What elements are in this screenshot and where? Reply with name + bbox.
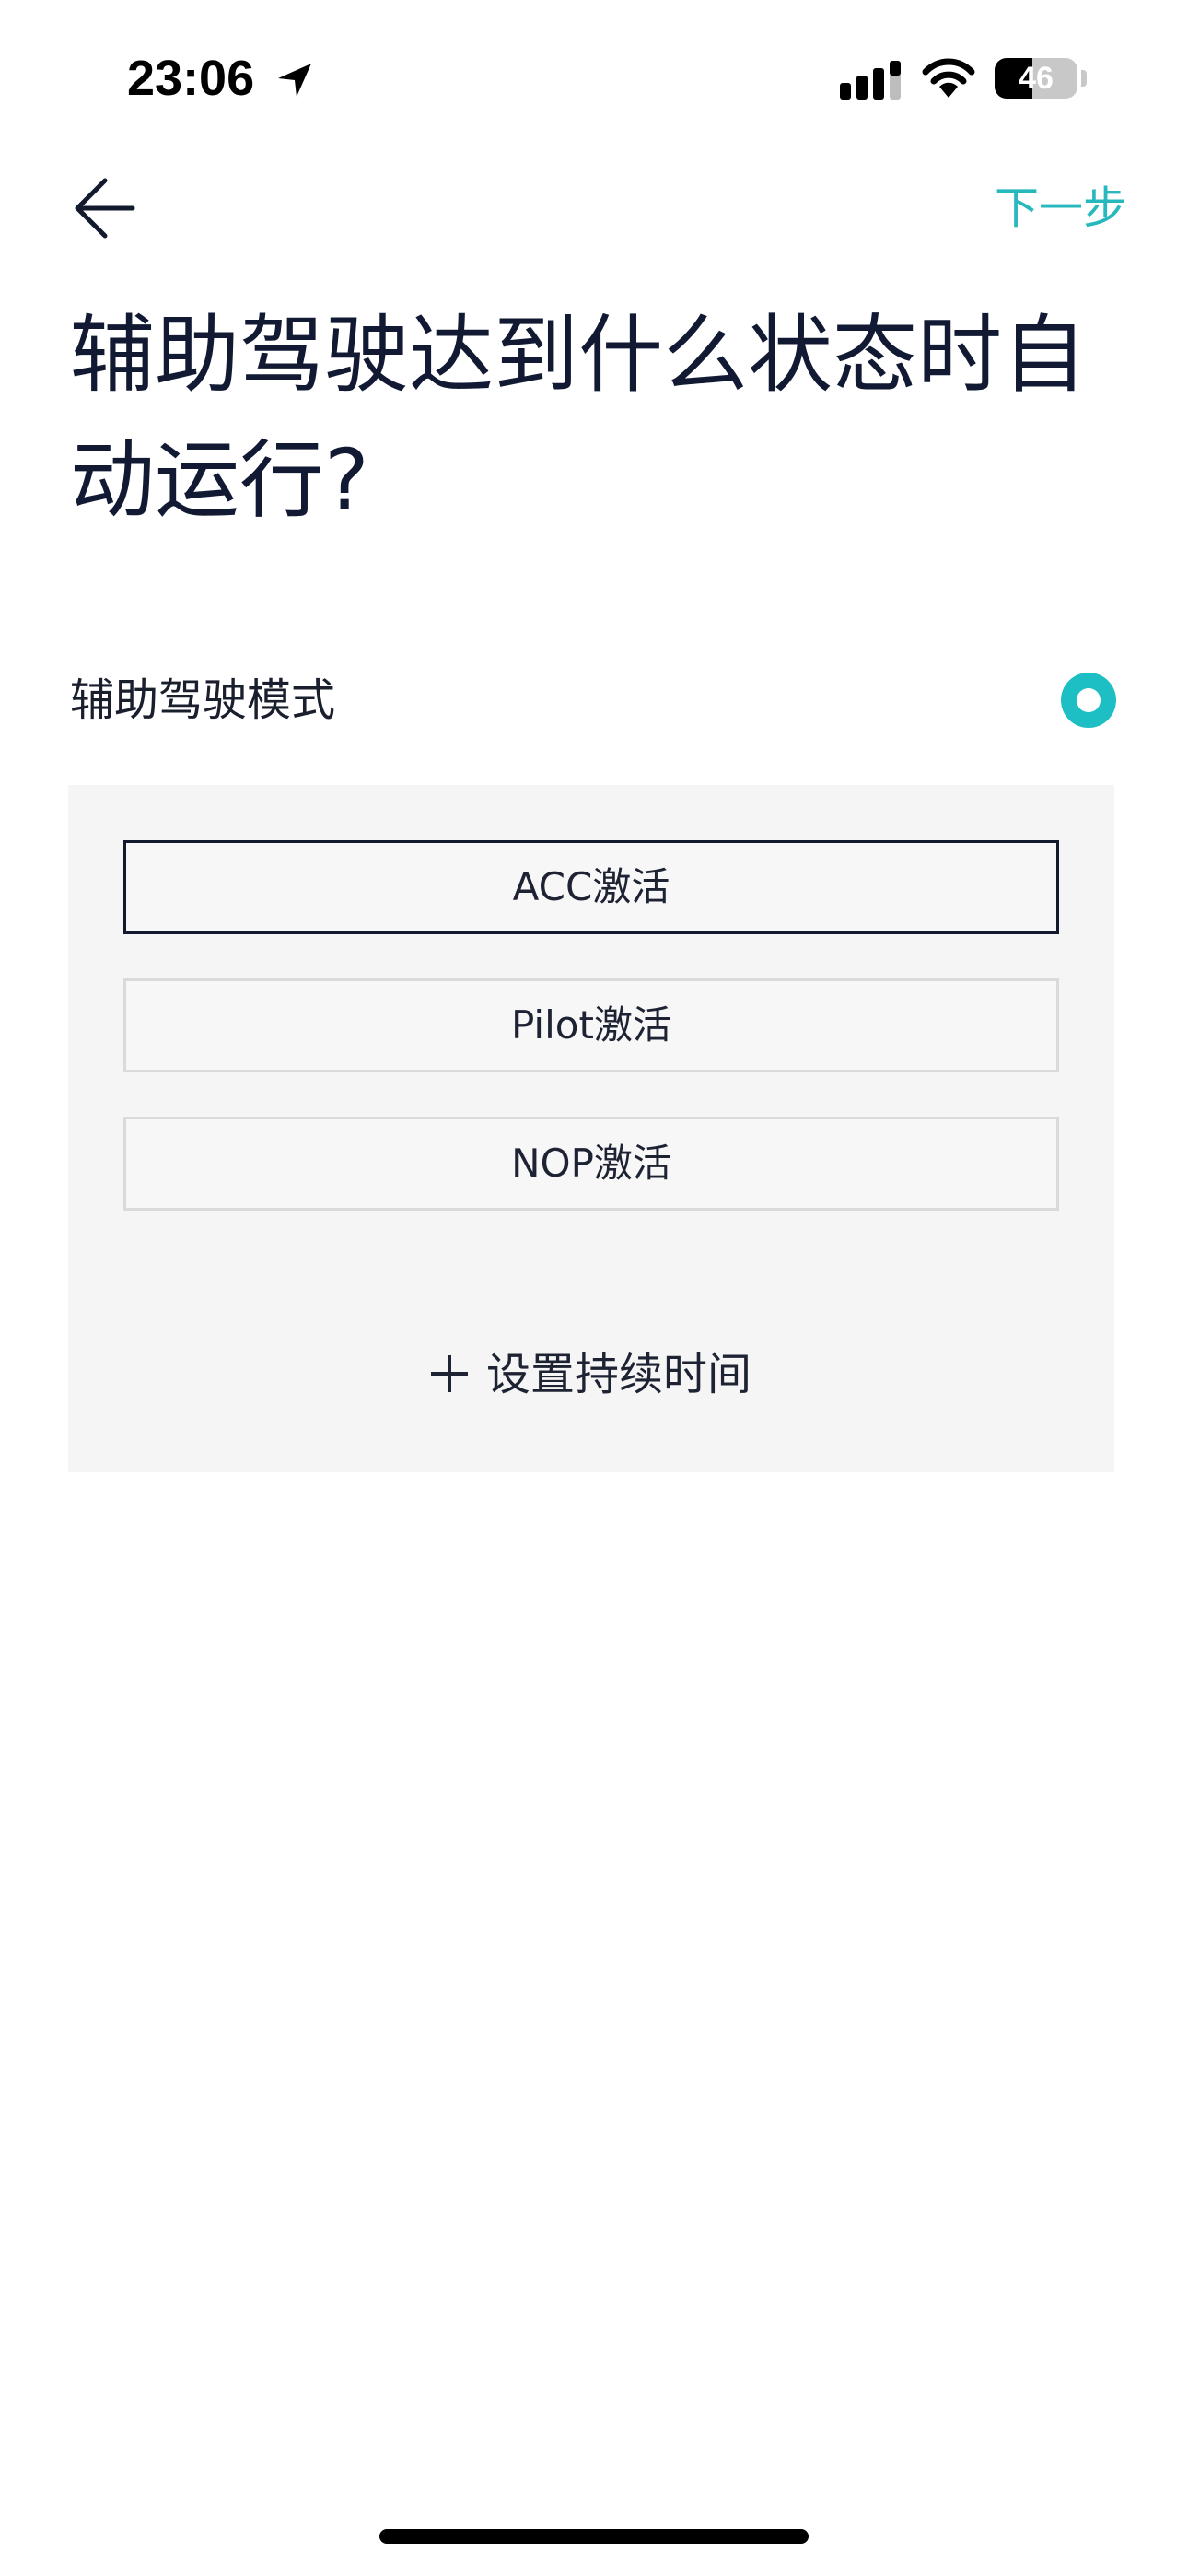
radio-ring-icon[interactable] [1061,673,1116,728]
wifi-icon [922,58,975,98]
option-acc-activated[interactable]: ACC激活 [123,840,1059,934]
home-indicator[interactable] [379,2529,809,2544]
battery-indicator: 46 [995,58,1077,99]
arrow-left-icon[interactable] [72,171,146,245]
set-duration-label: 设置持续时间 [485,1349,751,1400]
page-title: 辅助驾驶达到什么状态时自动运行? [70,306,1088,530]
status-bar: 23:06 46 [0,0,1188,157]
status-time: 23:06 [127,51,255,106]
radio-ring-center [1077,688,1101,712]
option-nop-activated[interactable]: NOP激活 [123,1117,1059,1211]
location-arrow-icon [278,64,311,97]
cellular-signal-icon [840,61,901,100]
plus-icon [430,1355,468,1392]
set-duration-button[interactable]: 设置持续时间 [68,1338,1114,1411]
battery-cap [1081,70,1087,87]
next-step-button[interactable]: 下一步 [995,181,1127,236]
assist-mode-label: 辅助驾驶模式 [70,674,336,726]
option-pilot-activated[interactable]: Pilot激活 [123,978,1059,1072]
battery-level: 46 [1019,61,1054,96]
options-panel: ACC激活 Pilot激活 NOP激活 设置持续时间 [68,785,1114,1472]
